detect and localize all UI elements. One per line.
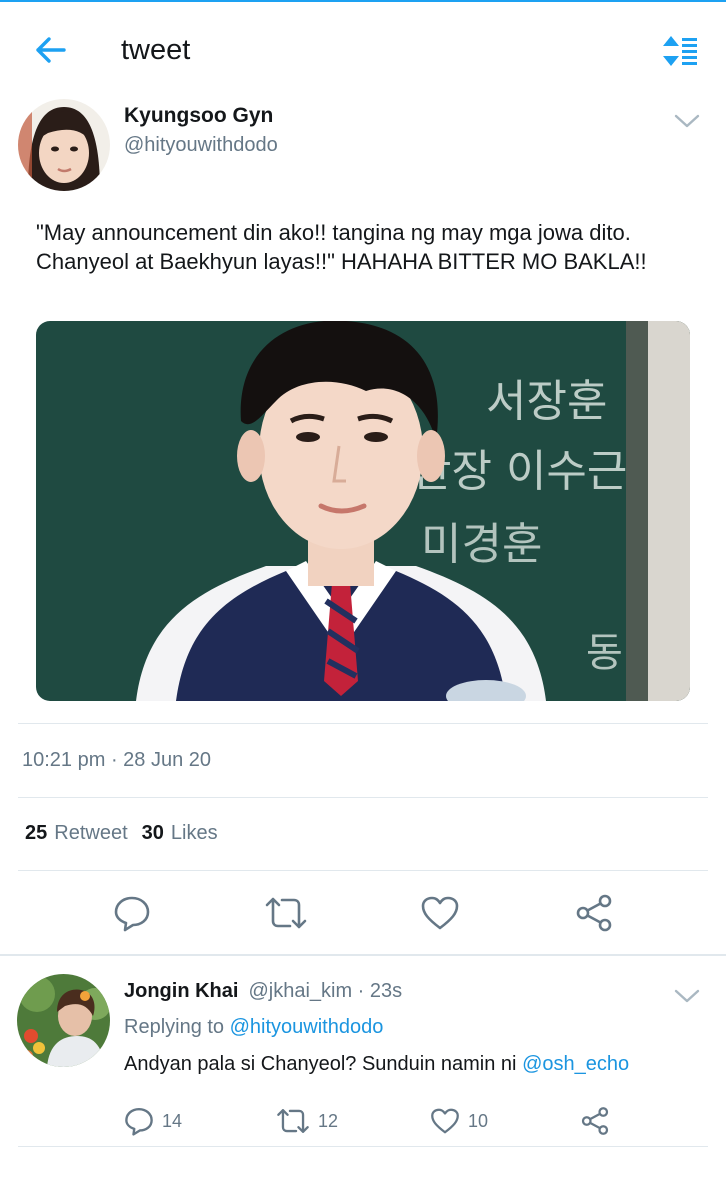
replying-to: Replying to @hityouwithdodo bbox=[124, 1016, 383, 1039]
chalkboard-line-1: 서장훈 bbox=[486, 376, 607, 427]
avatar-image bbox=[18, 99, 110, 191]
chevron-down-icon bbox=[674, 989, 700, 1003]
reply-menu-button[interactable] bbox=[673, 985, 701, 1007]
chalkboard-line-4: 동 bbox=[586, 630, 623, 676]
author-name[interactable]: Kyungsoo Gyn bbox=[124, 104, 273, 128]
sort-list-icon bbox=[663, 36, 697, 66]
author-handle[interactable]: @hityouwithdodo bbox=[124, 134, 278, 157]
likes-count: 30 bbox=[141, 822, 164, 844]
back-button[interactable] bbox=[30, 32, 70, 68]
mention-link[interactable]: @osh_echo bbox=[522, 1053, 629, 1075]
page-title: tweet bbox=[121, 34, 191, 66]
reply-avatar-image bbox=[17, 974, 110, 1067]
likes-stat[interactable]: 30 Likes bbox=[142, 822, 218, 845]
reply-body: Andyan pala si Chanyeol? Sunduin namin n… bbox=[124, 1053, 517, 1075]
tweet-text: "May announcement din ako!! tangina ng m… bbox=[36, 220, 647, 274]
sort-button[interactable] bbox=[660, 32, 700, 70]
divider bbox=[18, 723, 708, 724]
reply-avatar[interactable] bbox=[17, 974, 110, 1067]
chevron-down-icon bbox=[674, 114, 700, 128]
retweet-icon bbox=[265, 897, 307, 929]
divider bbox=[18, 1146, 708, 1147]
likes-label: Likes bbox=[170, 822, 218, 844]
divider bbox=[18, 870, 708, 871]
share-icon bbox=[576, 894, 612, 932]
reply-button[interactable] bbox=[110, 893, 154, 933]
section-divider bbox=[0, 954, 726, 956]
tweet-timestamp: 10:21 pm · 28 Jun 20 bbox=[22, 749, 212, 771]
tweet-stats: 25 Retweet 30 Likes bbox=[25, 822, 218, 845]
reply-retweet-button[interactable]: 12 bbox=[276, 1105, 338, 1137]
heart-icon bbox=[421, 896, 459, 930]
reply-like-count: 10 bbox=[468, 1110, 489, 1131]
retweet-stat[interactable]: 25 Retweet bbox=[25, 822, 128, 845]
media-illustration: 서장훈 반장 이수근 미경훈 동 bbox=[36, 321, 690, 701]
arrow-left-icon bbox=[36, 37, 66, 63]
reply-like-button[interactable]: 10 bbox=[430, 1105, 488, 1137]
retweet-icon bbox=[277, 1109, 309, 1133]
reply-text: Andyan pala si Chanyeol? Sunduin namin n… bbox=[124, 1053, 629, 1076]
comment-icon bbox=[114, 896, 150, 932]
reply-retweet-count: 12 bbox=[318, 1110, 339, 1131]
retweet-button[interactable] bbox=[264, 893, 308, 933]
comment-icon bbox=[125, 1107, 153, 1136]
share-button[interactable] bbox=[572, 893, 616, 933]
replying-to-link[interactable]: @hityouwithdodo bbox=[230, 1016, 384, 1038]
replying-prefix: Replying to bbox=[124, 1016, 225, 1038]
avatar[interactable] bbox=[18, 99, 110, 191]
heart-icon bbox=[431, 1108, 459, 1134]
tweet-menu-button[interactable] bbox=[673, 110, 701, 132]
reply-handle-time[interactable]: @jkhai_kim · 23s bbox=[248, 980, 402, 1003]
share-icon bbox=[581, 1107, 609, 1135]
app-header: tweet bbox=[0, 2, 726, 86]
tweet-media-image[interactable]: 서장훈 반장 이수근 미경훈 동 bbox=[36, 321, 690, 701]
like-button[interactable] bbox=[418, 893, 462, 933]
retweet-count: 25 bbox=[25, 822, 48, 844]
reply-reply-count: 14 bbox=[162, 1110, 183, 1131]
reply-reply-button[interactable]: 14 bbox=[124, 1105, 182, 1137]
retweet-label: Retweet bbox=[54, 822, 128, 844]
chalkboard-line-3: 미경훈 bbox=[421, 519, 542, 570]
reply-author-name[interactable]: Jongin Khai bbox=[124, 980, 238, 1003]
reply-share-button[interactable] bbox=[580, 1105, 610, 1137]
reply-header: Jongin Khai @jkhai_kim · 23s bbox=[124, 980, 402, 1003]
divider bbox=[18, 797, 708, 798]
